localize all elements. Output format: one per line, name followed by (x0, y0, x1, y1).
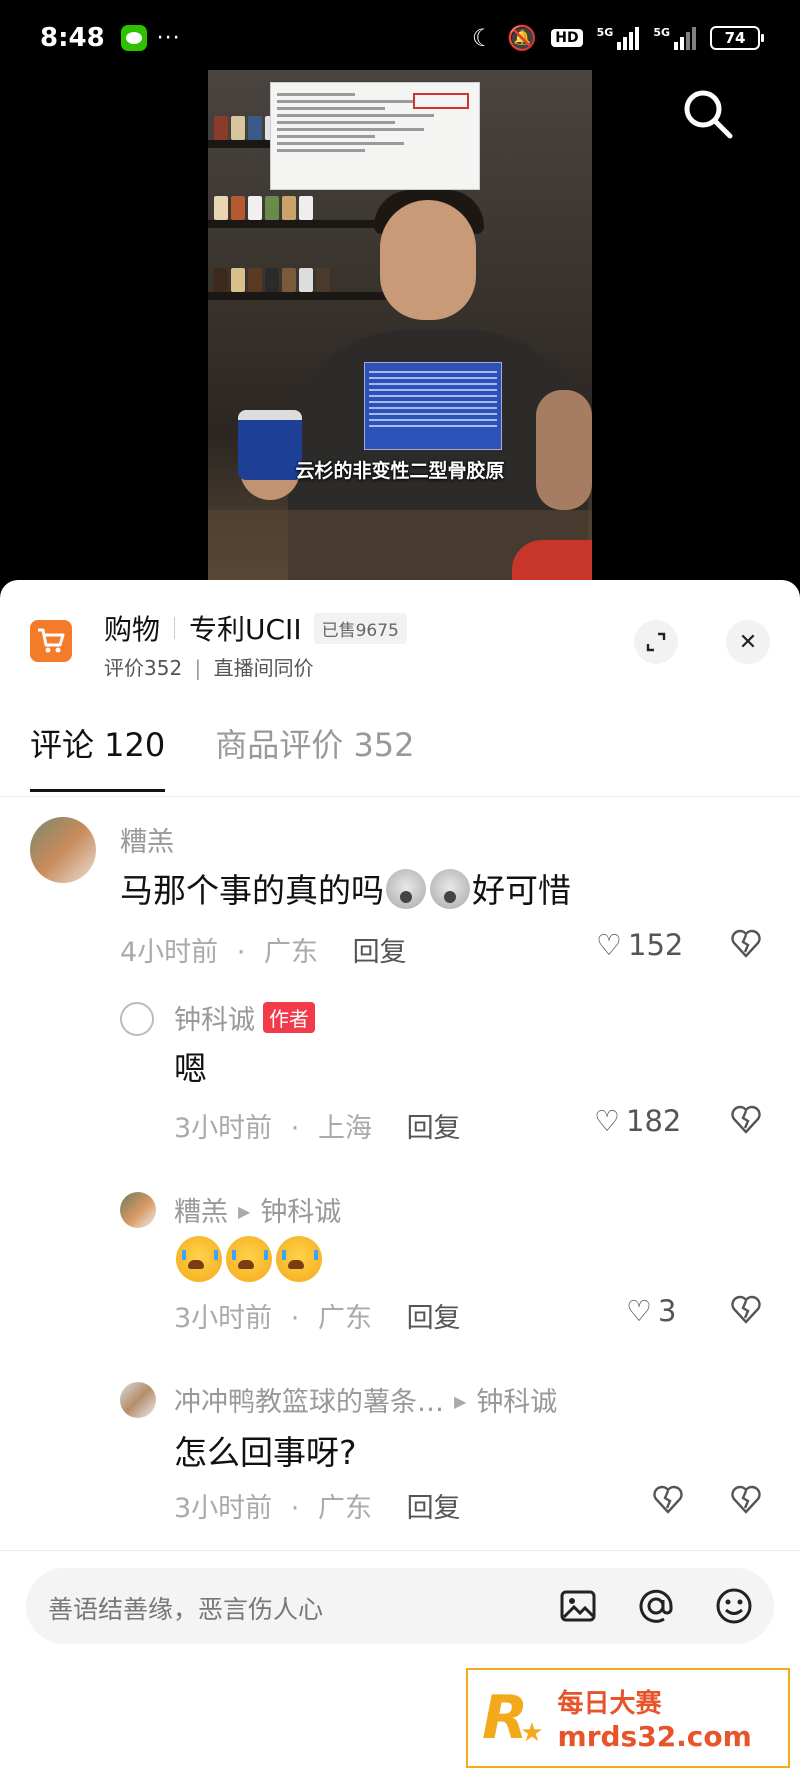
author-badge: 作者 (263, 1002, 315, 1033)
broken-heart-icon (731, 1105, 761, 1134)
signal-icon-2: 5G (653, 26, 696, 50)
reply-arrow-icon: ▶ (238, 1202, 251, 1221)
more-notifications-icon: ··· (156, 25, 181, 51)
comment-input-placeholder: 善语结善缘，恶言伤人心 (48, 1595, 324, 1624)
avatar[interactable] (30, 817, 96, 883)
comment-input[interactable]: 善语结善缘，恶言伤人心 (26, 1568, 774, 1644)
search-icon[interactable] (678, 84, 738, 144)
video-subtitle: 云杉的非变性二型骨胶原 (295, 460, 505, 482)
watermark-url: mrds32.com (557, 1720, 752, 1753)
product-name: 专利UCII (189, 613, 302, 646)
image-icon[interactable] (558, 1586, 598, 1626)
tab-product-reviews[interactable]: 商品评价 352 (215, 720, 414, 792)
avatar[interactable] (120, 1382, 156, 1418)
shelf (208, 220, 388, 228)
reply-button[interactable]: 回复 (407, 1303, 461, 1334)
like-button[interactable]: ♡ 3 (626, 1294, 676, 1328)
hd-voice-icon: HD (551, 29, 583, 47)
at-mention-icon[interactable] (636, 1586, 676, 1626)
crying-emoji-icon (226, 1236, 272, 1282)
divider (174, 617, 176, 639)
comment-text: 马那个事的真的吗 好可惜 (120, 869, 571, 910)
video-frame[interactable]: 云杉的非变性二型骨胶原 (208, 70, 592, 590)
nutrition-label-image (364, 362, 502, 450)
signal-icon: 5G (597, 26, 640, 50)
rating-count: 评价352 (104, 656, 183, 680)
battery-icon: 74 (710, 26, 764, 50)
dislike-button[interactable] (730, 1484, 762, 1521)
tab-comments[interactable]: 评论 120 (30, 720, 166, 792)
bottle-row (214, 268, 330, 292)
shocked-emoji-icon (386, 869, 426, 909)
tab-divider (0, 796, 800, 797)
shop-product-bar[interactable]: 购物 专利UCII 已售9675 评价352 | 直播间同价 ✕ (30, 608, 770, 680)
close-button[interactable]: ✕ (726, 620, 770, 664)
broken-heart-icon (731, 1295, 761, 1324)
comment-tabs: 评论 120 商品评价 352 (30, 720, 415, 792)
reply-button[interactable]: 回复 (407, 1493, 461, 1524)
do-not-disturb-icon: ☾ (471, 24, 494, 52)
comment-meta: 3小时前 · 广东 回复 (174, 1303, 461, 1334)
expand-icon (646, 632, 666, 652)
comment-text: 怎么回事呀? (174, 1433, 357, 1472)
like-button[interactable]: ♡ 152 (596, 928, 683, 962)
crying-emoji-icon (176, 1236, 222, 1282)
broken-heart-icon (731, 1485, 761, 1514)
bottle-row (214, 196, 313, 220)
comment-text: 嗯 (174, 1049, 207, 1088)
like-button[interactable] (652, 1484, 684, 1514)
muted-bell-icon: 🔕 (507, 24, 538, 52)
shocked-emoji-icon (430, 869, 470, 909)
dislike-button[interactable] (730, 1104, 762, 1141)
dislike-button[interactable] (730, 928, 762, 965)
watermark: R ★ 每日大赛 mrds32.com (466, 1668, 790, 1768)
emoji-icon[interactable] (714, 1586, 754, 1626)
like-count: 3 (658, 1294, 677, 1328)
status-time: 8:48 (40, 23, 105, 53)
like-button[interactable]: ♡ 182 (594, 1104, 681, 1138)
sold-count-badge: 已售9675 (313, 612, 407, 644)
reply-button[interactable]: 回复 (407, 1113, 461, 1144)
reply-button[interactable]: 回复 (353, 937, 407, 968)
status-bar: 8:48 ··· ☾ 🔕 HD 5G 5G 74 (0, 0, 800, 76)
like-count: 182 (626, 1104, 682, 1138)
shelf (208, 292, 388, 300)
shop-label: 购物 (104, 613, 161, 646)
shop-subtitle: 评价352 | 直播间同价 (104, 652, 314, 681)
comment-meta: 3小时前 · 广东 回复 (174, 1493, 461, 1524)
comment-author[interactable]: 糟羔 ▶ 钟科诚 (174, 1190, 341, 1229)
presenter-arm (536, 390, 592, 510)
subtitle-separator: | (194, 656, 202, 680)
avatar[interactable] (120, 1192, 156, 1228)
comment-author[interactable]: 钟科诚 作者 (174, 998, 315, 1037)
star-icon: ★ (520, 1718, 544, 1748)
shop-title: 购物 专利UCII 已售9675 (104, 608, 407, 648)
heart-icon: ♡ (594, 1104, 620, 1138)
input-area-divider (0, 1550, 800, 1551)
live-price-note: 直播间同价 (213, 656, 314, 680)
reply-arrow-icon: ▶ (454, 1392, 467, 1411)
video-player[interactable]: 云杉的非变性二型骨胶原 (0, 70, 800, 590)
avatar[interactable] (120, 1002, 154, 1036)
wechat-notification-icon (120, 25, 147, 51)
like-count: 152 (628, 928, 684, 962)
presenter-face (380, 200, 476, 320)
comment-author[interactable]: 糟羔 (120, 820, 174, 859)
dislike-button[interactable] (730, 1294, 762, 1331)
expand-button[interactable] (634, 620, 678, 664)
close-icon: ✕ (738, 629, 758, 655)
watermark-name: 每日大赛 (557, 1689, 662, 1719)
comment-meta: 3小时前 · 上海 回复 (174, 1113, 461, 1144)
comment-meta: 4小时前 · 广东 回复 (120, 937, 407, 968)
broken-heart-icon (731, 929, 761, 958)
crying-emoji-icon (276, 1236, 322, 1282)
patent-document-image (270, 82, 480, 190)
heart-icon: ♡ (626, 1294, 652, 1328)
shopping-cart-icon (30, 620, 72, 662)
comment-author[interactable]: 冲冲鸭教篮球的薯条… ▶ 钟科诚 (174, 1380, 557, 1419)
heart-icon (653, 1485, 683, 1514)
comment-text (174, 1236, 324, 1283)
heart-icon: ♡ (596, 928, 622, 962)
